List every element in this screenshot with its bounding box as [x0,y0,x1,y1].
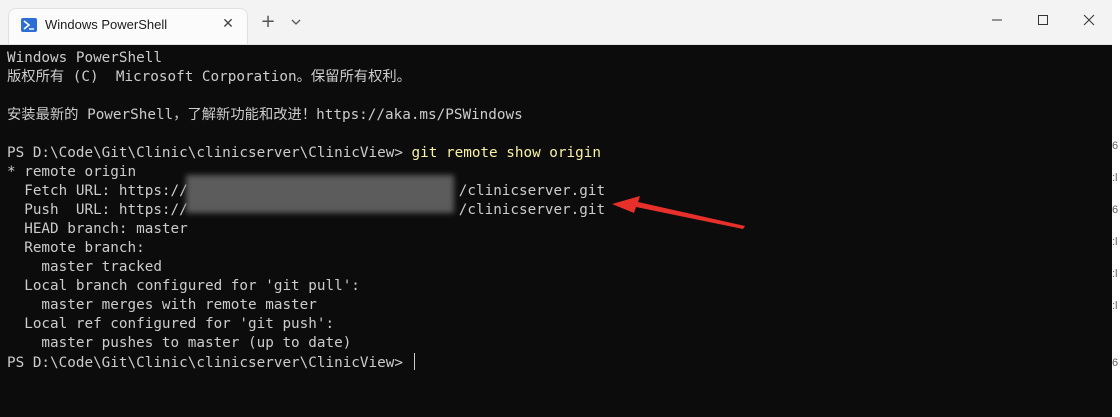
background-window-strip: 6 :l 6 :l :l :l 6 [1112,0,1120,417]
annotation-arrow [612,196,745,229]
